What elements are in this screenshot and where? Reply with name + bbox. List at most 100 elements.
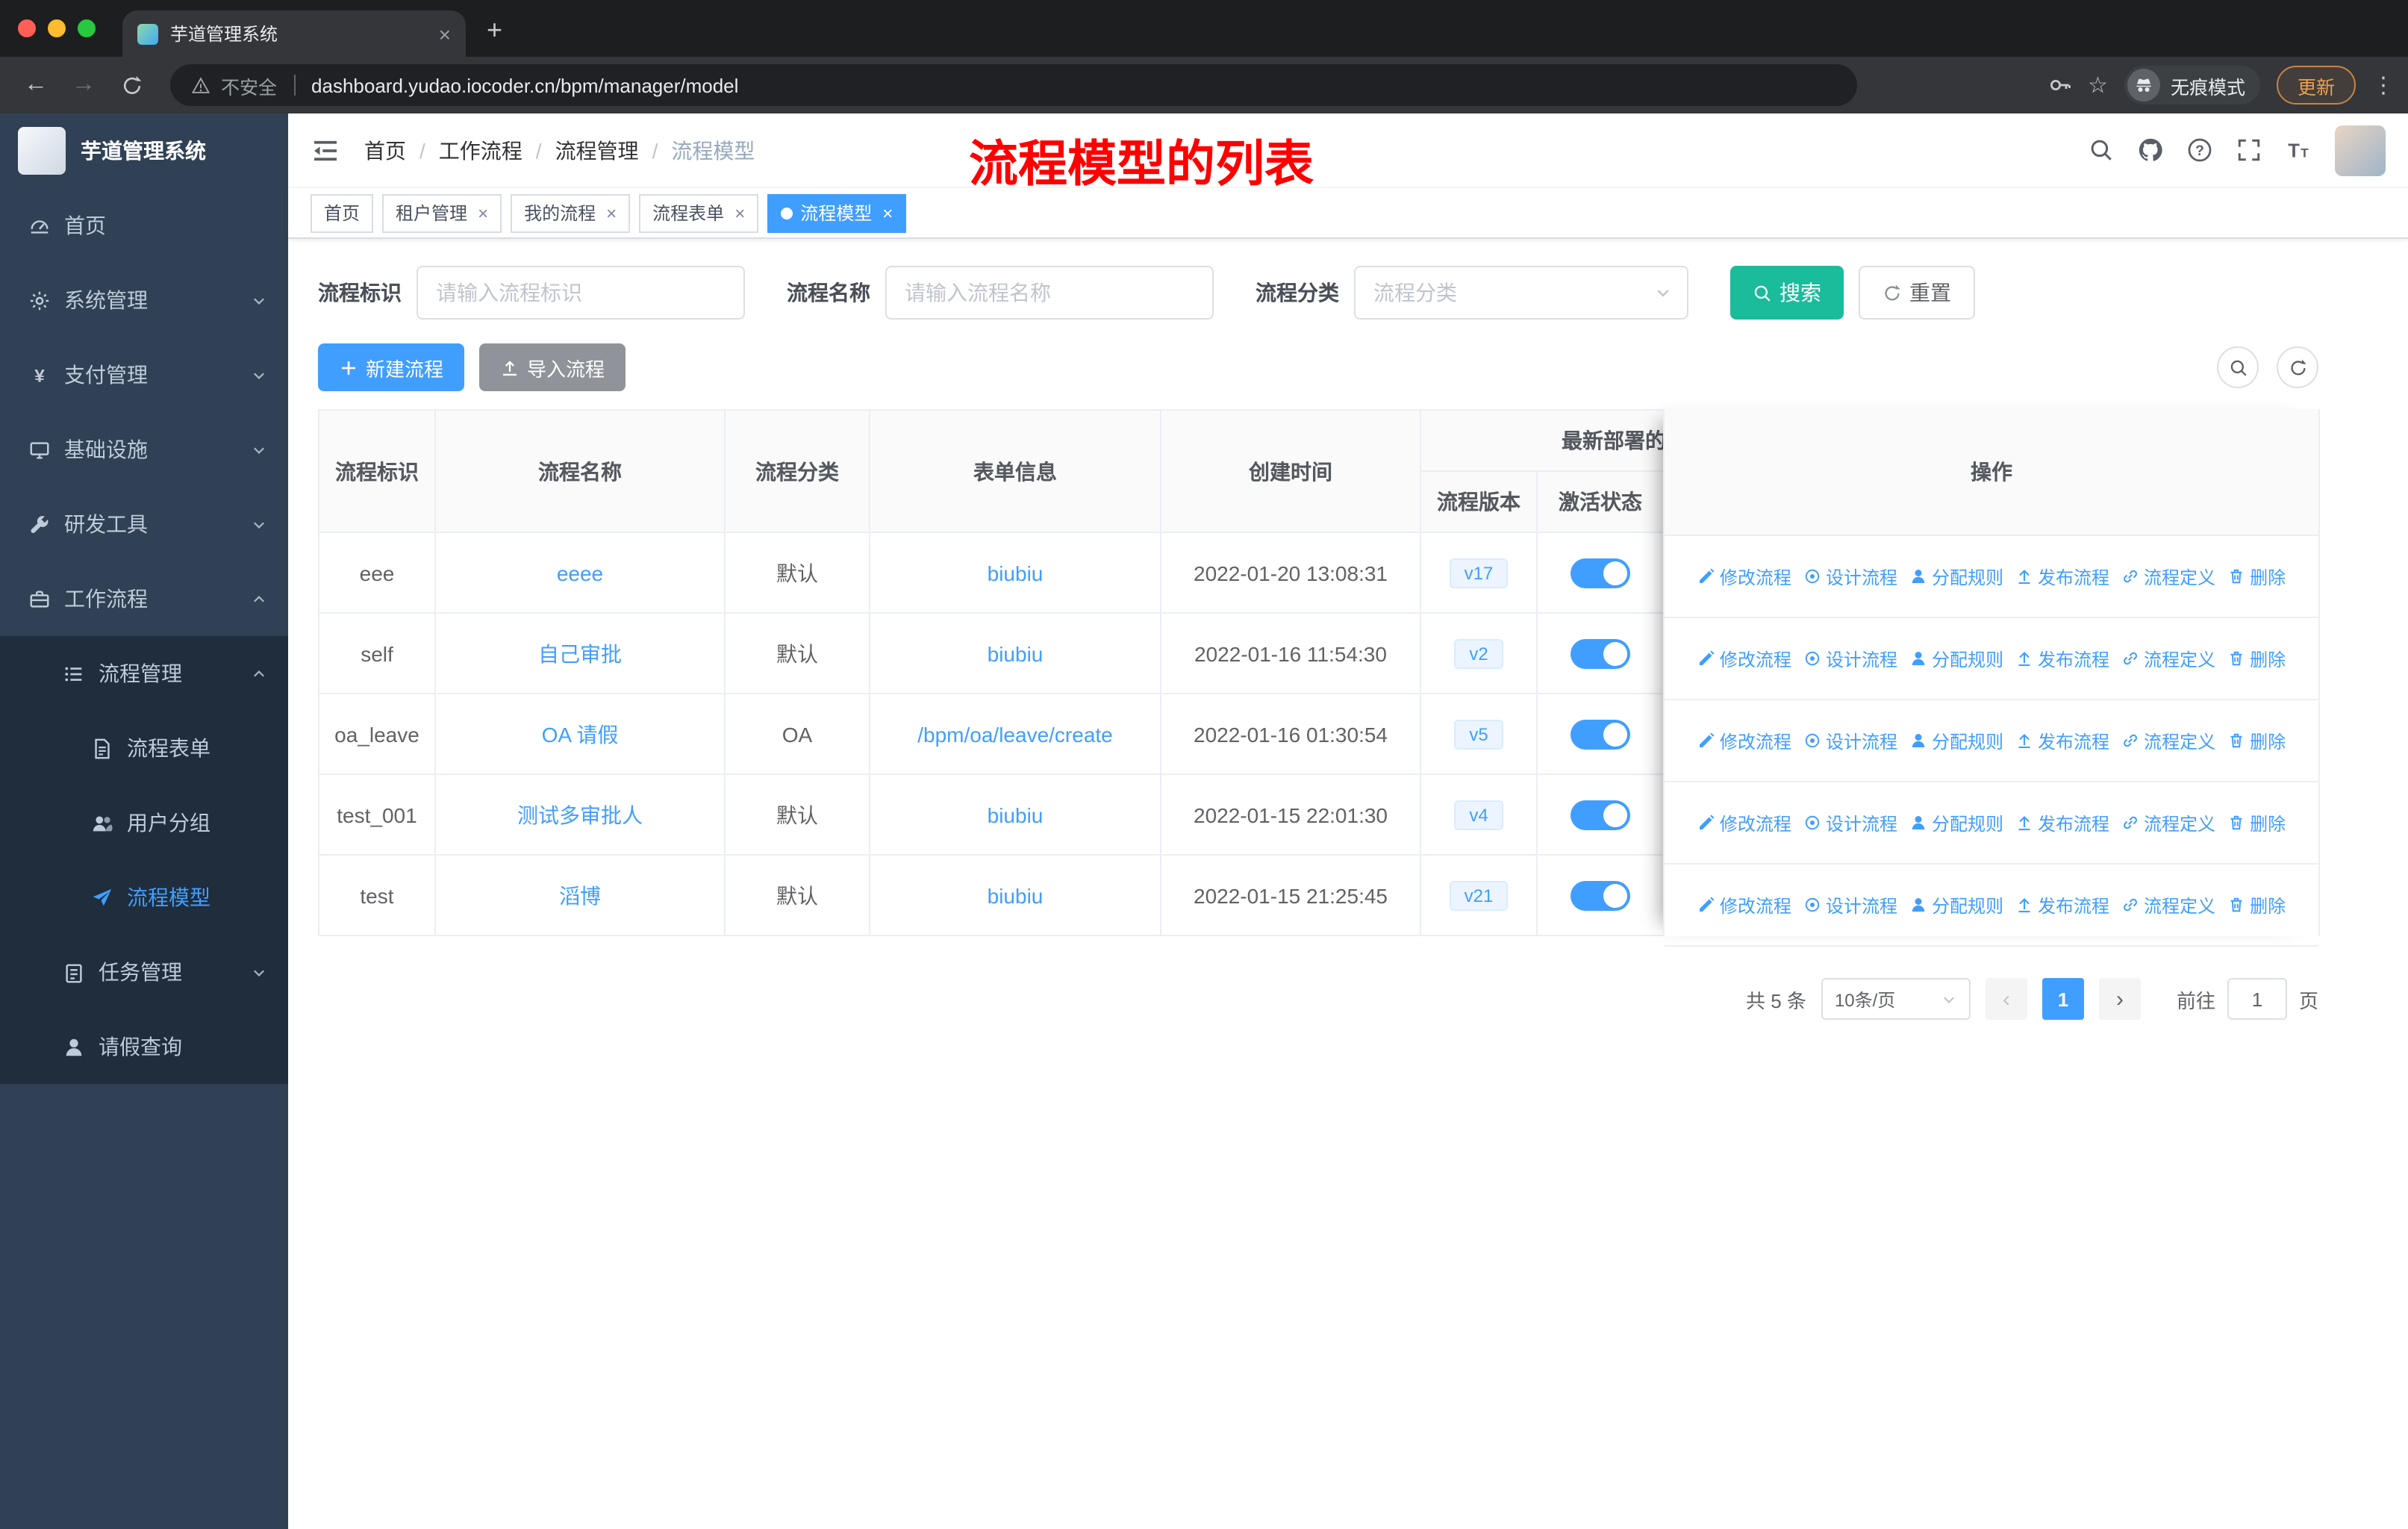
action-publish-link[interactable]: 发布流程 (2015, 564, 2109, 589)
close-icon[interactable]: × (606, 202, 617, 223)
sidebar-item-process-form[interactable]: 流程表单 (0, 711, 288, 785)
search-icon[interactable] (2089, 137, 2114, 163)
action-edit-link[interactable]: 修改流程 (1697, 810, 1791, 835)
process-name-link[interactable]: 测试多审批人 (517, 803, 643, 826)
active-toggle[interactable] (1570, 558, 1630, 588)
action-assign-link[interactable]: 分配规则 (1909, 646, 2003, 671)
sidebar-toggle-icon[interactable] (311, 135, 340, 165)
action-delete-link[interactable]: 删除 (2227, 564, 2286, 589)
action-design-link[interactable]: 设计流程 (1803, 646, 1897, 671)
process-name-link[interactable]: 滔博 (559, 883, 601, 907)
action-design-link[interactable]: 设计流程 (1803, 892, 1897, 918)
sidebar-item-system[interactable]: 系统管理 (0, 263, 288, 337)
action-delete-link[interactable]: 删除 (2227, 728, 2286, 753)
action-design-link[interactable]: 设计流程 (1803, 564, 1897, 589)
process-name-input[interactable] (885, 266, 1214, 320)
toggle-search-button[interactable] (2217, 346, 2259, 388)
action-edit-link[interactable]: 修改流程 (1697, 728, 1791, 753)
active-toggle[interactable] (1570, 719, 1630, 749)
bookmark-star-icon[interactable]: ☆ (2088, 72, 2108, 99)
goto-page-input[interactable] (2227, 978, 2287, 1020)
close-icon[interactable]: × (734, 202, 745, 223)
action-definition-link[interactable]: 流程定义 (2121, 564, 2215, 589)
key-icon[interactable] (2047, 73, 2071, 97)
view-tag[interactable]: 我的流程 × (511, 193, 631, 232)
active-toggle[interactable] (1570, 880, 1630, 910)
github-icon[interactable] (2138, 137, 2163, 163)
action-assign-link[interactable]: 分配规则 (1909, 564, 2003, 589)
action-publish-link[interactable]: 发布流程 (2015, 810, 2109, 835)
fullscreen-icon[interactable] (2236, 137, 2262, 163)
sidebar-item-leave-query[interactable]: 请假查询 (0, 1009, 288, 1084)
create-process-button[interactable]: 新建流程 (318, 343, 465, 391)
sidebar-item-payment[interactable]: 支付管理 (0, 337, 288, 412)
action-edit-link[interactable]: 修改流程 (1697, 646, 1791, 671)
breadcrumb-item[interactable]: 工作流程 (439, 135, 523, 165)
window-minimize-button[interactable] (48, 19, 66, 37)
action-publish-link[interactable]: 发布流程 (2015, 646, 2109, 671)
window-close-button[interactable] (18, 19, 36, 37)
process-name-link[interactable]: OA 请假 (542, 722, 619, 746)
next-page-button[interactable]: › (2098, 978, 2141, 1020)
reset-button[interactable]: 重置 (1859, 266, 1975, 320)
prev-page-button[interactable]: ‹ (1985, 978, 2027, 1020)
sidebar-item-home[interactable]: 首页 (0, 188, 288, 263)
font-size-icon[interactable] (2286, 137, 2311, 163)
window-zoom-button[interactable] (78, 19, 96, 37)
help-icon[interactable] (2187, 137, 2212, 163)
back-icon[interactable]: ← (15, 64, 57, 106)
sidebar-item-process-model[interactable]: 流程模型 (0, 860, 288, 935)
active-toggle[interactable] (1570, 800, 1630, 829)
action-edit-link[interactable]: 修改流程 (1697, 564, 1791, 589)
category-select[interactable]: 流程分类 (1354, 266, 1688, 320)
process-key-input[interactable] (417, 266, 745, 320)
action-design-link[interactable]: 设计流程 (1803, 810, 1897, 835)
action-assign-link[interactable]: 分配规则 (1909, 810, 2003, 835)
forward-icon[interactable]: → (63, 64, 105, 106)
action-delete-link[interactable]: 删除 (2227, 646, 2286, 671)
reload-icon[interactable] (110, 64, 152, 106)
user-avatar[interactable] (2335, 125, 2386, 175)
action-publish-link[interactable]: 发布流程 (2015, 728, 2109, 753)
view-tag[interactable]: 流程模型 × (767, 193, 907, 232)
action-edit-link[interactable]: 修改流程 (1697, 892, 1791, 918)
browser-tab[interactable]: 芋道管理系统 × (122, 10, 466, 57)
sidebar-item-user-group[interactable]: 用户分组 (0, 785, 288, 860)
sidebar-item-infra[interactable]: 基础设施 (0, 412, 288, 487)
close-icon[interactable]: × (882, 202, 893, 223)
update-button[interactable]: 更新 (2276, 66, 2356, 105)
search-button[interactable]: 搜索 (1730, 266, 1844, 320)
sidebar-item-devtools[interactable]: 研发工具 (0, 487, 288, 561)
close-icon[interactable]: × (478, 202, 488, 223)
process-name-link[interactable]: 自己审批 (538, 641, 622, 665)
action-delete-link[interactable]: 删除 (2227, 892, 2286, 918)
view-tag[interactable]: 流程表单 × (639, 193, 759, 232)
breadcrumb-item[interactable]: 首页 (364, 135, 406, 165)
action-delete-link[interactable]: 删除 (2227, 810, 2286, 835)
action-design-link[interactable]: 设计流程 (1803, 728, 1897, 753)
process-name-link[interactable]: eeee (557, 561, 603, 585)
view-tag[interactable]: 首页 (311, 193, 374, 232)
import-process-button[interactable]: 导入流程 (479, 343, 626, 391)
action-definition-link[interactable]: 流程定义 (2121, 892, 2215, 918)
action-definition-link[interactable]: 流程定义 (2121, 810, 2215, 835)
active-toggle[interactable] (1570, 638, 1630, 668)
view-tag[interactable]: 租户管理 × (382, 193, 502, 232)
form-link[interactable]: biubiu (988, 641, 1044, 665)
breadcrumb-item[interactable]: 流程管理 (555, 135, 639, 165)
action-definition-link[interactable]: 流程定义 (2121, 728, 2215, 753)
sidebar-item-workflow[interactable]: 工作流程 (0, 561, 288, 636)
form-link[interactable]: /bpm/oa/leave/create (917, 722, 1113, 746)
tab-close-icon[interactable]: × (439, 22, 451, 46)
browser-menu-icon[interactable]: ⋮ (2372, 72, 2395, 99)
form-link[interactable]: biubiu (988, 561, 1044, 585)
action-assign-link[interactable]: 分配规则 (1909, 728, 2003, 753)
refresh-table-button[interactable] (2277, 346, 2318, 388)
form-link[interactable]: biubiu (988, 803, 1044, 826)
action-publish-link[interactable]: 发布流程 (2015, 892, 2109, 918)
action-definition-link[interactable]: 流程定义 (2121, 646, 2215, 671)
sidebar-item-task-manage[interactable]: 任务管理 (0, 935, 288, 1009)
current-page[interactable]: 1 (2042, 978, 2084, 1020)
form-link[interactable]: biubiu (988, 883, 1044, 907)
new-tab-button[interactable]: + (487, 15, 502, 46)
